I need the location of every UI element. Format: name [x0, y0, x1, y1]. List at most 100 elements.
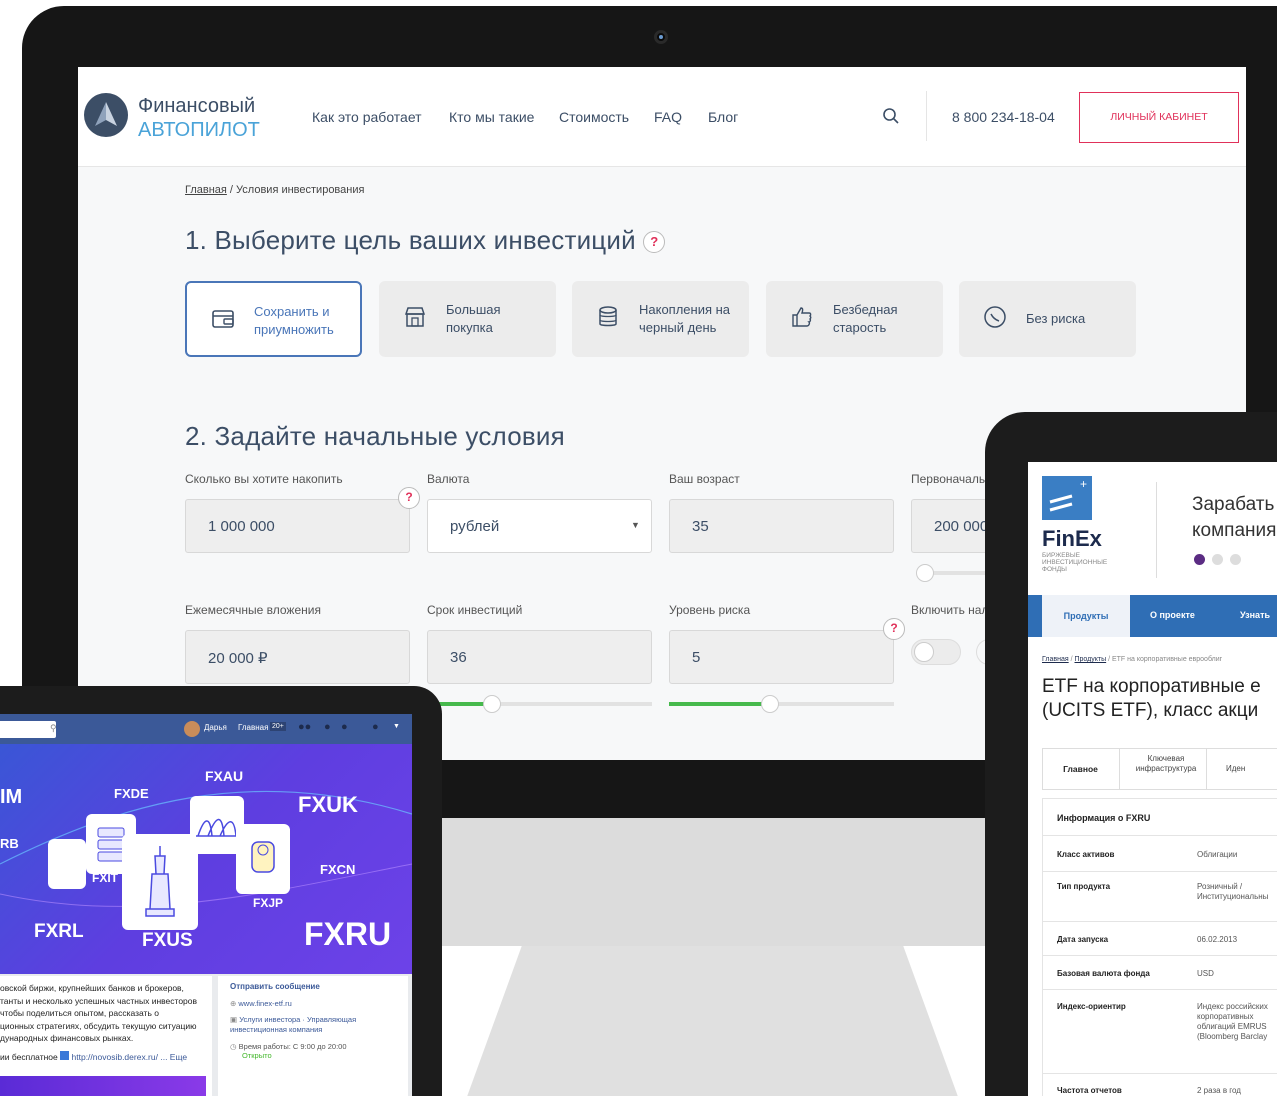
briefcase-icon: ▣	[230, 1015, 238, 1024]
banner-card-liberty	[122, 834, 198, 930]
monthly-input[interactable]: 20 000 ₽	[185, 630, 410, 684]
menu-learn[interactable]: Узнать	[1240, 610, 1270, 620]
goal-label-line2: приумножить	[254, 322, 334, 337]
breadcrumb-home-link[interactable]: Главная	[185, 184, 227, 196]
home-link[interactable]: Главная	[238, 723, 268, 732]
lucky-cat-icon	[251, 841, 275, 873]
search-icon[interactable]	[882, 107, 900, 130]
social-top-bar: ⚲ Дарья Главная 20+ ●● ● ● ● ▼	[0, 714, 412, 744]
friends-icon[interactable]: ●●	[298, 721, 311, 733]
tab-main[interactable]: Главное	[1042, 748, 1120, 790]
currency-value: рублей	[450, 518, 500, 535]
row-value: Розничный / Институциональны	[1197, 882, 1269, 901]
shop-icon	[404, 307, 426, 327]
site-header: Финансовый АВТОПИЛОТ Как это работает Кт…	[78, 67, 1246, 167]
risk-help-icon[interactable]: ?	[883, 618, 905, 640]
initial-slider-handle[interactable]	[916, 564, 934, 582]
avatar[interactable]	[184, 721, 200, 737]
nav-pricing[interactable]: Стоимость	[559, 109, 629, 125]
laptop-screen: ⚲ Дарья Главная 20+ ●● ● ● ● ▼ IM RB FXA…	[0, 714, 412, 1096]
logo-text-line1[interactable]: Финансовый	[138, 95, 255, 118]
slider-dot-active[interactable]	[1194, 554, 1205, 565]
about-line: дународных финансовых рынках.	[0, 1033, 134, 1043]
row-value: Облигации	[1197, 850, 1238, 859]
logo-text-line2[interactable]: АВТОПИЛОТ	[138, 119, 260, 142]
term-slider-handle[interactable]	[483, 695, 501, 713]
currency-label: Валюта	[427, 472, 470, 486]
table-row: Дата запуска 06.02.2013	[1043, 921, 1277, 955]
about-link[interactable]: http://novosib.derex.ru/ ... Еще	[72, 1052, 188, 1062]
clock-icon: ◷	[230, 1042, 237, 1051]
risk-slider-handle[interactable]	[761, 695, 779, 713]
social-search-input[interactable]: ⚲	[0, 721, 57, 738]
goal-label-line1: Без риска	[1026, 311, 1086, 326]
tab-identifiers[interactable]: Иден	[1226, 764, 1245, 773]
notifications-icon[interactable]: ●	[341, 721, 348, 733]
menu-about[interactable]: О проекте	[1150, 610, 1195, 620]
age-label: Ваш возраст	[669, 472, 740, 486]
slider-dot[interactable]	[1230, 554, 1241, 565]
messages-icon[interactable]: ●	[324, 721, 331, 733]
nav-about[interactable]: Кто мы такие	[449, 109, 534, 125]
goal-no-risk[interactable]: Без риска	[959, 281, 1136, 357]
personal-cabinet-button[interactable]: ЛИЧНЫЙ КАБИНЕТ	[1079, 92, 1239, 143]
amount-help-icon[interactable]: ?	[398, 487, 420, 509]
send-message-link[interactable]: Отправить сообщение	[230, 982, 408, 991]
crumb-home-link[interactable]: Главная	[1042, 656, 1069, 663]
goal-big-purchase[interactable]: Большая покупка	[379, 281, 556, 357]
row-label: Частота отчетов	[1057, 1086, 1122, 1095]
autopilot-logo-icon[interactable]	[84, 93, 128, 137]
ticker-fxuk: FXUK	[298, 792, 358, 817]
product-title-line1: ETF на корпоративные е	[1042, 676, 1261, 697]
nav-faq[interactable]: FAQ	[654, 109, 682, 125]
nav-how-it-works[interactable]: Как это работает	[312, 109, 422, 125]
ticker-fxru: FXRU	[304, 916, 392, 952]
age-input[interactable]: 35	[669, 499, 894, 553]
currency-select[interactable]: рублей ▼	[427, 499, 652, 553]
goal-rainy-day[interactable]: Накопления на черный день	[572, 281, 749, 357]
search-icon[interactable]: ⚲	[50, 723, 57, 734]
goal-save-and-grow[interactable]: Сохранить и приумножить	[185, 281, 362, 357]
slider-dot[interactable]	[1212, 554, 1223, 565]
table-row: Тип продукта Розничный / Институциональны	[1043, 871, 1277, 921]
term-input[interactable]: 36	[427, 630, 652, 684]
help-icon[interactable]: ●	[372, 721, 379, 733]
finex-logo-text[interactable]: FinEx	[1042, 526, 1102, 552]
risk-input[interactable]: 5	[669, 630, 894, 684]
statue-of-liberty-icon	[145, 846, 175, 917]
info-table: Информация о FXRU Класс активов Облигации…	[1042, 798, 1277, 1096]
user-name[interactable]: Дарья	[204, 723, 227, 732]
nav-blog[interactable]: Блог	[708, 109, 738, 125]
row-label: Базовая валюта фонда	[1057, 969, 1150, 978]
svg-text:+: +	[1080, 477, 1087, 491]
globe-icon: ⊕	[230, 999, 237, 1008]
open-status: Открыто	[242, 1051, 272, 1060]
about-line: чтобы поделиться опытом, рассказать о	[0, 1008, 159, 1018]
camera-icon	[654, 30, 668, 44]
product-title-line2: (UCITS ETF), класс акци	[1042, 700, 1259, 721]
crumb-products-link[interactable]: Продукты	[1075, 656, 1107, 663]
row-value: Индекс российских корпоративных облигаци…	[1197, 1002, 1268, 1041]
finex-logo-icon[interactable]: +	[1042, 476, 1092, 520]
menu-products[interactable]: Продукты	[1042, 595, 1130, 637]
finex-logo-subtitle: БИРЖЕВЫЕ ИНВЕСТИЦИОННЫЕ ФОНДЫ	[1042, 552, 1108, 573]
monitor-stand	[467, 946, 958, 1096]
breadcrumb: Главная / Условия инвестирования	[185, 184, 364, 196]
shield-icon	[984, 306, 1006, 328]
chevron-down-icon[interactable]: ▼	[393, 723, 400, 730]
phone-number[interactable]: 8 800 234-18-04	[952, 109, 1055, 125]
include-toggle[interactable]	[911, 639, 961, 665]
goal-label-line2: черный день	[639, 320, 717, 335]
hours-text: Время работы: С 9:00 до 20:00	[238, 1042, 347, 1051]
row-value: 2 раза в год	[1197, 1086, 1241, 1095]
banner-card-small	[48, 839, 86, 889]
table-row: Класс активов Облигации	[1043, 835, 1277, 871]
tab-infrastructure[interactable]: Ключевая инфраструктура	[1126, 754, 1206, 774]
website-link[interactable]: www.finex-etf.ru	[238, 999, 291, 1008]
goal-help-icon[interactable]: ?	[643, 231, 666, 254]
tab-divider	[1206, 748, 1207, 790]
tablet-breadcrumb: Главная / Продукты / ETF на корпоративны…	[1042, 656, 1223, 663]
goal-comfortable-retirement[interactable]: Безбедная старость	[766, 281, 943, 357]
amount-input[interactable]: 1 000 000	[185, 499, 410, 553]
table-row: Индекс-ориентир Индекс российских корпора…	[1043, 989, 1277, 1073]
